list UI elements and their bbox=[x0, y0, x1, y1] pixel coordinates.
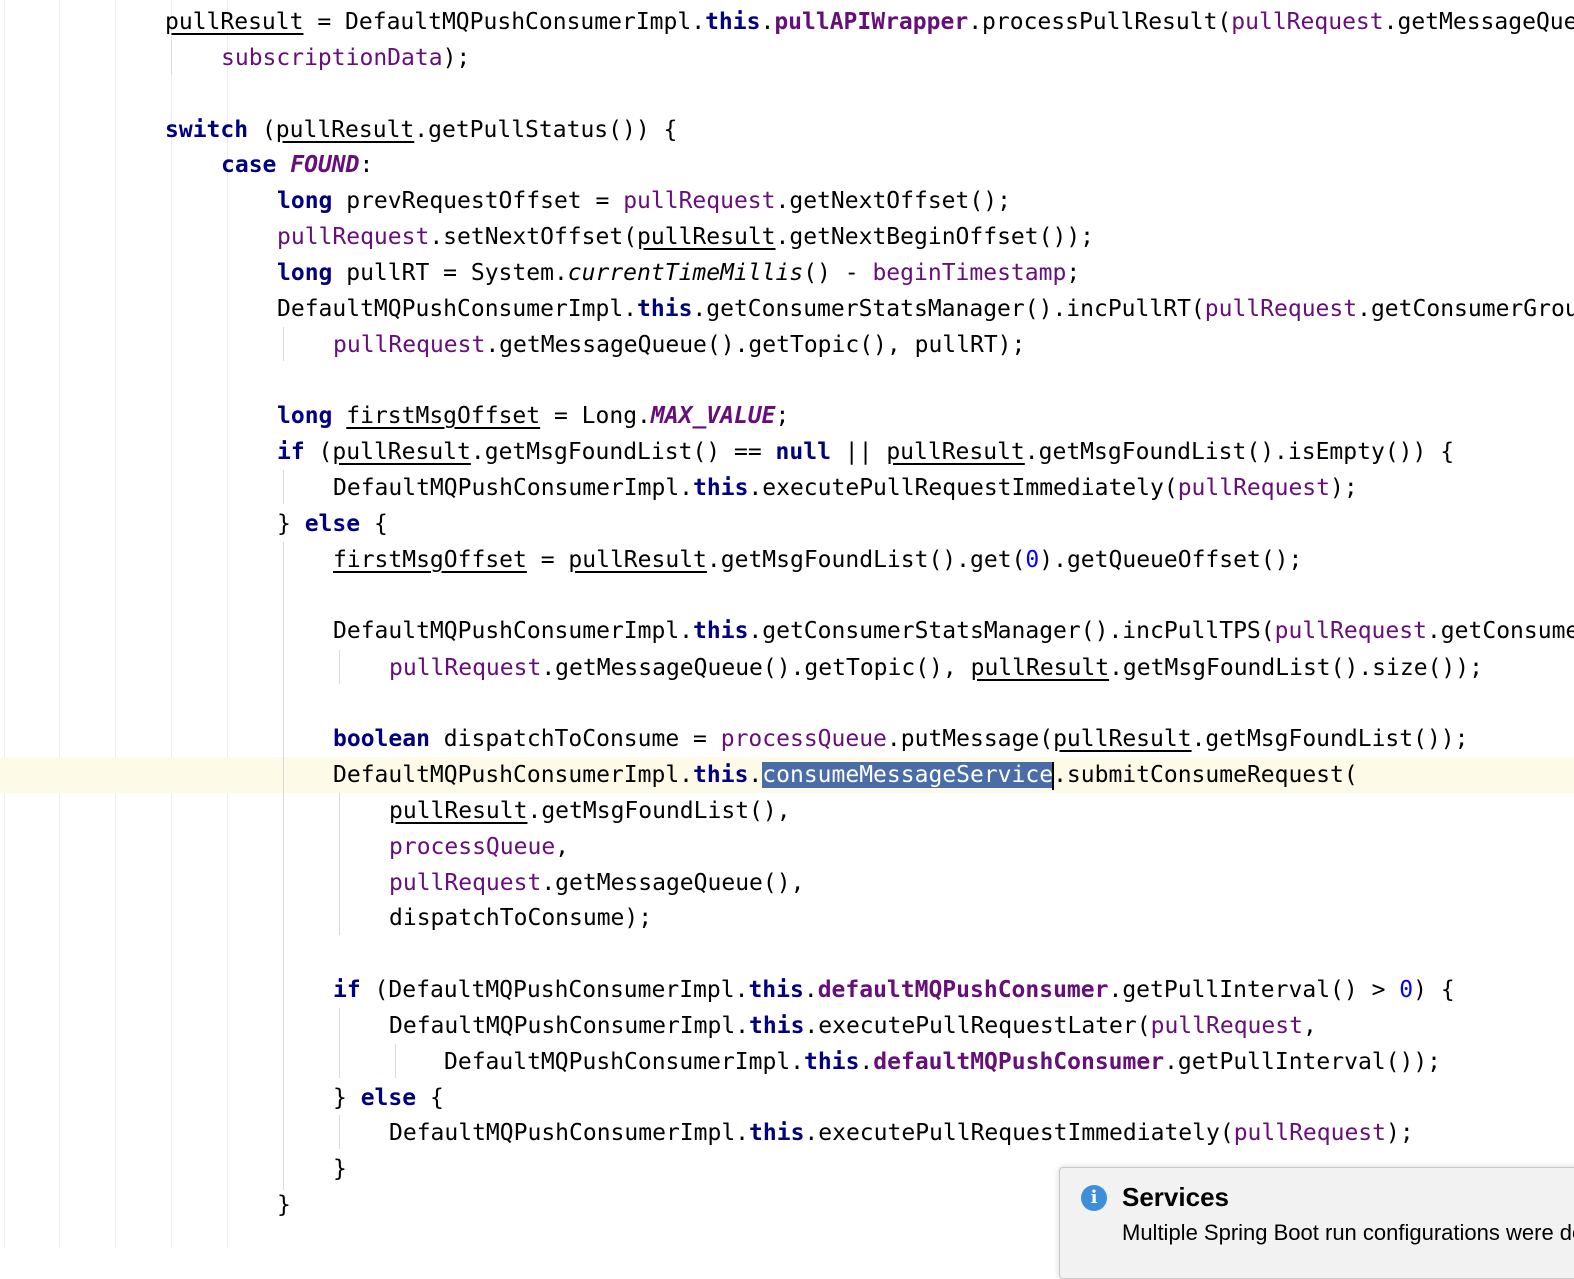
code-line[interactable]: boolean dispatchToConsume = processQueue… bbox=[333, 721, 1469, 757]
code-line[interactable]: DefaultMQPushConsumerImpl.this.getConsum… bbox=[277, 291, 1574, 327]
code-line[interactable]: processQueue, bbox=[389, 829, 569, 865]
gutter-border bbox=[4, 0, 5, 1248]
code-line[interactable]: switch (pullResult.getPullStatus()) { bbox=[165, 112, 677, 148]
code-line[interactable]: pullResult = DefaultMQPushConsumerImpl.t… bbox=[165, 4, 1574, 40]
notification-title: Services bbox=[1122, 1182, 1229, 1212]
code-line[interactable]: long firstMsgOffset = Long.MAX_VALUE; bbox=[277, 398, 789, 434]
indent-guide bbox=[283, 327, 284, 361]
code-line[interactable]: DefaultMQPushConsumerImpl.this.defaultMQ… bbox=[444, 1044, 1441, 1080]
code-editor[interactable]: pullResult = DefaultMQPushConsumerImpl.t… bbox=[0, 0, 1574, 1248]
code-line[interactable]: subscriptionData); bbox=[221, 40, 470, 76]
code-line[interactable]: DefaultMQPushConsumerImpl.this.executePu… bbox=[389, 1115, 1414, 1151]
code-line[interactable]: long pullRT = System.currentTimeMillis()… bbox=[277, 255, 1080, 291]
code-line[interactable]: DefaultMQPushConsumerImpl.this.executePu… bbox=[333, 470, 1358, 506]
indent-guide bbox=[339, 650, 340, 684]
indent-guide bbox=[339, 793, 340, 935]
code-line[interactable]: firstMsgOffset = pullResult.getMsgFoundL… bbox=[333, 542, 1302, 578]
code-line[interactable]: } bbox=[333, 1151, 347, 1187]
text-caret bbox=[1052, 761, 1055, 790]
code-line[interactable]: } bbox=[277, 1187, 291, 1223]
indent-guide bbox=[283, 470, 284, 504]
code-line[interactable]: pullRequest.getMessageQueue().getTopic()… bbox=[389, 650, 1483, 686]
indent-guide bbox=[171, 40, 172, 74]
code-line[interactable]: pullRequest.setNextOffset(pullResult.get… bbox=[277, 219, 1094, 255]
indent-guide bbox=[115, 0, 116, 1248]
code-line[interactable]: } else { bbox=[333, 1080, 444, 1116]
indent-guide bbox=[395, 1044, 396, 1078]
indent-guide bbox=[59, 0, 60, 1248]
code-line[interactable]: } else { bbox=[277, 506, 388, 542]
code-line[interactable]: DefaultMQPushConsumerImpl.this.getConsum… bbox=[333, 613, 1574, 649]
code-line[interactable]: long prevRequestOffset = pullRequest.get… bbox=[277, 183, 1011, 219]
code-line[interactable]: if (DefaultMQPushConsumerImpl.this.defau… bbox=[333, 972, 1455, 1008]
code-line[interactable]: pullRequest.getMessageQueue(), bbox=[389, 865, 804, 901]
code-line[interactable]: dispatchToConsume); bbox=[389, 900, 652, 936]
code-line[interactable]: pullRequest.getMessageQueue().getTopic()… bbox=[333, 327, 1025, 363]
info-icon: i bbox=[1081, 1185, 1107, 1211]
selected-identifier[interactable]: consumeMessageService bbox=[762, 762, 1054, 788]
code-line[interactable]: if (pullResult.getMsgFoundList() == null… bbox=[277, 434, 1454, 470]
services-notification[interactable]: i Services Multiple Spring Boot run conf… bbox=[1059, 1167, 1574, 1279]
notification-message[interactable]: Multiple Spring Boot run configurations … bbox=[1122, 1220, 1574, 1246]
indent-guide bbox=[339, 1008, 340, 1078]
indent-guide bbox=[283, 542, 284, 1190]
code-line[interactable]: pullResult.getMsgFoundList(), bbox=[389, 793, 791, 829]
indent-guide bbox=[227, 0, 228, 1248]
indent-guide bbox=[339, 1115, 340, 1149]
code-line[interactable]: DefaultMQPushConsumerImpl.this.executePu… bbox=[389, 1008, 1317, 1044]
code-line[interactable]: DefaultMQPushConsumerImpl.this.consumeMe… bbox=[333, 757, 1358, 793]
indent-guide bbox=[171, 0, 172, 1248]
code-line[interactable]: case FOUND: bbox=[221, 147, 373, 183]
